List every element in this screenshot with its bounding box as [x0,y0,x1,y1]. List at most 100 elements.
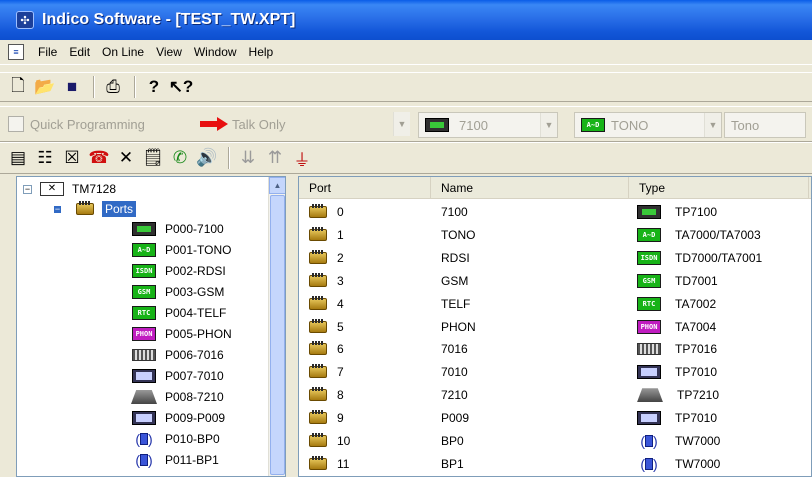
type-label: TW7000 [675,434,721,448]
quick-programming-checkbox[interactable] [8,116,24,132]
save-icon[interactable]: ■ [60,75,84,99]
tree-ports-label: Ports [102,201,137,217]
tree-item-label: P011-BP1 [165,453,219,467]
type-cell: TP7010 [637,361,717,383]
port-cell: 7 [309,361,344,383]
properties-icon[interactable]: 🗒 [141,146,165,170]
box-x-icon[interactable]: ☒ [60,146,84,170]
tree-root[interactable]: − ✕ TM7128 [23,179,116,199]
table-row[interactable]: 7 7010 TP7010 [299,361,811,383]
table-row[interactable]: 0 7100 TP7100 [299,201,811,223]
menu-edit[interactable]: Edit [63,45,96,59]
tree-item[interactable]: RTC P004-TELF [129,303,226,323]
context-help-icon[interactable]: ↖? [169,75,194,99]
port-number: 0 [337,205,344,219]
type-label: TP7210 [677,388,720,403]
telephone-icon[interactable]: ☎ [87,146,111,170]
port-grid[interactable]: Port Name Type 0 7100 TP7100 1 TONO A~D TA7000… [298,176,812,477]
tree-item-label: P008-7210 [165,390,224,404]
menu-window[interactable]: Window [188,45,243,59]
table-row[interactable]: 3 GSM GSM TD7001 [299,270,811,292]
collapse-icon[interactable]: − [23,184,32,194]
port-icon [309,433,327,447]
port-cell: 5 [309,316,344,338]
port-number: 1 [337,227,344,242]
document-icon[interactable]: ≡ [8,44,24,60]
collapse-icon[interactable]: − [53,204,62,214]
open-folder-icon[interactable]: 📂 [33,75,57,99]
tone-field[interactable]: Tono [724,112,806,138]
table-row[interactable]: 8 7210 TP7210 [299,384,811,406]
chevron-down-icon[interactable]: ▼ [393,112,410,136]
port-tree[interactable]: − ✕ TM7128 − Ports P000-7100 A~D P001-TONO… [16,176,286,477]
tree-item[interactable]: ISDN P002-RDSI [129,261,226,281]
tree-item[interactable]: () P010-BP0 [129,429,219,449]
port-cell: 6 [309,338,344,360]
new-file-icon[interactable]: 🗋 [6,75,30,99]
phone-call-icon[interactable]: ✆ [168,146,192,170]
toolbar-separator [228,147,230,169]
table-row[interactable]: 1 TONO A~D TA7000/TA7003 [299,224,811,246]
tree-item[interactable]: P009-P009 [129,408,225,428]
table-row[interactable]: 2 RDSI ISDN TD7000/TA7001 [299,247,811,269]
name-cell: 7100 [441,205,468,219]
chevron-down-icon[interactable]: ▼ [704,113,721,137]
tree-item-icon-slot [129,390,159,404]
type-combo[interactable]: A~D TONO ▼ [574,112,722,138]
table-row[interactable]: 6 7016 TP7016 [299,338,811,360]
move-up-icon[interactable]: ⇈ [263,146,287,170]
tree-item[interactable]: A~D P001-TONO [129,240,231,260]
type-label: TA7004 [675,319,717,334]
delete-icon[interactable]: ✕ [114,146,138,170]
name-cell: P009 [441,411,470,426]
menu-view[interactable]: View [150,45,188,59]
scroll-up-icon[interactable]: ▲ [269,177,285,194]
tree-item-label: P002-RDSI [165,264,226,278]
rtc-icon: RTC [637,296,661,311]
menu-file[interactable]: File [32,45,63,59]
menu-help[interactable]: Help [243,45,280,59]
name-cell: GSM [441,273,469,288]
menu-online[interactable]: On Line [96,45,150,59]
column-header-port[interactable]: Port [299,177,431,198]
column-header-name[interactable]: Name [431,177,629,198]
column-header-type[interactable]: Type [629,177,809,198]
port-number: 3 [337,273,344,288]
app-icon[interactable]: ✣ [16,11,34,29]
list-icon[interactable]: ▤ [6,146,30,170]
table-row[interactable]: 9 P009 TP7010 [299,407,811,429]
tree-item[interactable]: () P011-BP1 [129,450,219,470]
tree-item[interactable]: P007-7010 [129,366,224,386]
tree-item-icon-slot: A~D [129,243,159,257]
model-value: 7100 [459,117,488,133]
speaker-icon[interactable]: 🔊 [195,146,219,170]
scroll-thumb[interactable] [270,195,285,475]
table-row[interactable]: 4 TELF RTC TA7002 [299,293,811,315]
print-icon[interactable]: ⎙ [101,75,125,99]
keyboard-icon [132,349,156,361]
tree-item-label: P005-PHON [165,327,232,341]
tree-item-label: P007-7010 [165,369,224,383]
tree-scrollbar[interactable]: ▲ [268,177,285,476]
tree-ports[interactable]: − Ports [53,199,137,219]
tree-item[interactable]: P008-7210 [129,387,224,407]
tree-root-label: TM7128 [72,182,117,196]
model-combo[interactable]: 7100 ▼ [418,112,558,138]
port-icon [309,318,327,333]
chevron-down-icon[interactable]: ▼ [540,113,557,137]
move-down-icon[interactable]: ⇊ [236,146,260,170]
table-row[interactable]: 11 BP1 () TW7000 [299,453,811,475]
analog-icon: A~D [581,118,605,132]
talk-only-combo[interactable]: ▼ [208,112,410,138]
tree-item[interactable]: GSM P003-GSM [129,282,224,302]
table-row[interactable]: 5 PHON PHON TA7004 [299,316,811,338]
help-icon[interactable]: ? [142,75,166,99]
table-row[interactable]: 10 BP0 () TW7000 [299,430,811,452]
tree-item[interactable]: PHON P005-PHON [129,324,232,344]
tree-item[interactable]: P000-7100 [129,219,224,239]
plug-icon[interactable]: ⏚ [290,146,314,170]
type-cell: RTC TA7002 [637,293,716,315]
type-cell: () TW7000 [637,453,720,475]
tree-item[interactable]: P006-7016 [129,345,224,365]
grid-icon[interactable]: ☷ [33,146,57,170]
